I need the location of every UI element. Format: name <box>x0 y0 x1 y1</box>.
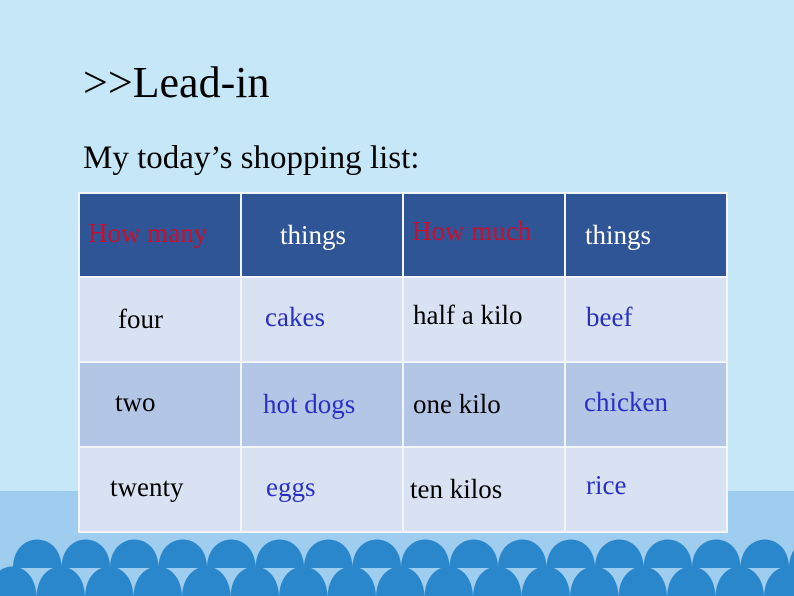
scallop-shape <box>85 566 134 596</box>
item-text: hot dogs <box>263 389 356 419</box>
scallop-shape <box>158 539 207 568</box>
table-row: four cakes half a kilo beef <box>78 276 728 363</box>
item-cell: beef <box>564 276 728 363</box>
scallop-shape <box>618 566 667 596</box>
header-label: How many <box>88 217 208 248</box>
scallop-wave-decoration <box>0 539 794 596</box>
item-text: eggs <box>266 472 316 502</box>
scallop-shape <box>740 539 789 568</box>
quantity-text: two <box>115 387 156 417</box>
scallop-shape <box>424 566 473 596</box>
table-row: two hot dogs one kilo chicken <box>78 361 728 448</box>
quantity-text: twenty <box>110 472 184 502</box>
quantity-cell: four <box>78 276 242 363</box>
quantity-cell: one kilo <box>402 361 566 448</box>
scallop-shape <box>692 539 741 568</box>
scallop-shape <box>61 539 110 568</box>
shopping-list-table: How many things How much things four cak… <box>78 192 728 533</box>
item-cell: chicken <box>564 361 728 448</box>
quantity-text: four <box>118 304 163 334</box>
slide-title: >>Lead-in <box>83 58 270 107</box>
header-cell-how-many: How many <box>78 192 242 278</box>
scallop-shape <box>764 566 794 596</box>
quantity-cell: two <box>78 361 242 448</box>
scallop-shape <box>401 539 450 568</box>
item-cell: eggs <box>240 446 404 533</box>
scallop-shape <box>498 539 547 568</box>
scallop-shape <box>304 539 353 568</box>
scallop-shape <box>789 550 794 568</box>
scallop-shape <box>595 539 644 568</box>
scallop-shape <box>110 539 159 568</box>
table-header-row: How many things How much things <box>78 192 728 278</box>
header-label: How much <box>412 215 532 246</box>
scallop-shape <box>376 566 425 596</box>
scallop-shape <box>255 539 304 568</box>
slide-subtitle: My today’s shopping list: <box>83 140 420 176</box>
item-cell: hot dogs <box>240 361 404 448</box>
quantity-text: one kilo <box>413 389 501 419</box>
scallop-shape <box>0 566 37 596</box>
scallop-shape <box>182 566 231 596</box>
item-text: chicken <box>584 387 668 417</box>
scallop-shape <box>207 539 256 568</box>
scallop-shape <box>667 566 716 596</box>
scallop-shape <box>230 566 279 596</box>
header-label: things <box>280 219 347 250</box>
quantity-cell: ten kilos <box>402 446 566 533</box>
header-label: things <box>585 219 652 250</box>
scallop-shape <box>327 566 376 596</box>
quantity-text: half a kilo <box>413 300 523 330</box>
header-cell-how-much: How much <box>402 192 566 278</box>
scallop-shape <box>279 566 328 596</box>
scallop-shape <box>352 539 401 568</box>
header-cell-things-1: things <box>240 192 404 278</box>
item-text: beef <box>586 302 633 332</box>
item-cell: rice <box>564 446 728 533</box>
scallop-shape <box>449 539 498 568</box>
scallop-shape <box>473 566 522 596</box>
quantity-cell: half a kilo <box>402 276 566 363</box>
scallop-shape <box>133 566 182 596</box>
header-cell-things-2: things <box>564 192 728 278</box>
scallop-shape <box>570 566 619 596</box>
scallop-shape <box>715 566 764 596</box>
quantity-cell: twenty <box>78 446 242 533</box>
scallop-shape <box>521 566 570 596</box>
item-text: rice <box>586 470 627 500</box>
scallop-shape <box>13 539 62 568</box>
quantity-text: ten kilos <box>410 474 503 504</box>
scallop-shape <box>643 539 692 568</box>
item-text: cakes <box>265 302 325 332</box>
scallop-shape <box>546 539 595 568</box>
scallop-shape <box>36 566 85 596</box>
item-cell: cakes <box>240 276 404 363</box>
table-row: twenty eggs ten kilos rice <box>78 446 728 533</box>
